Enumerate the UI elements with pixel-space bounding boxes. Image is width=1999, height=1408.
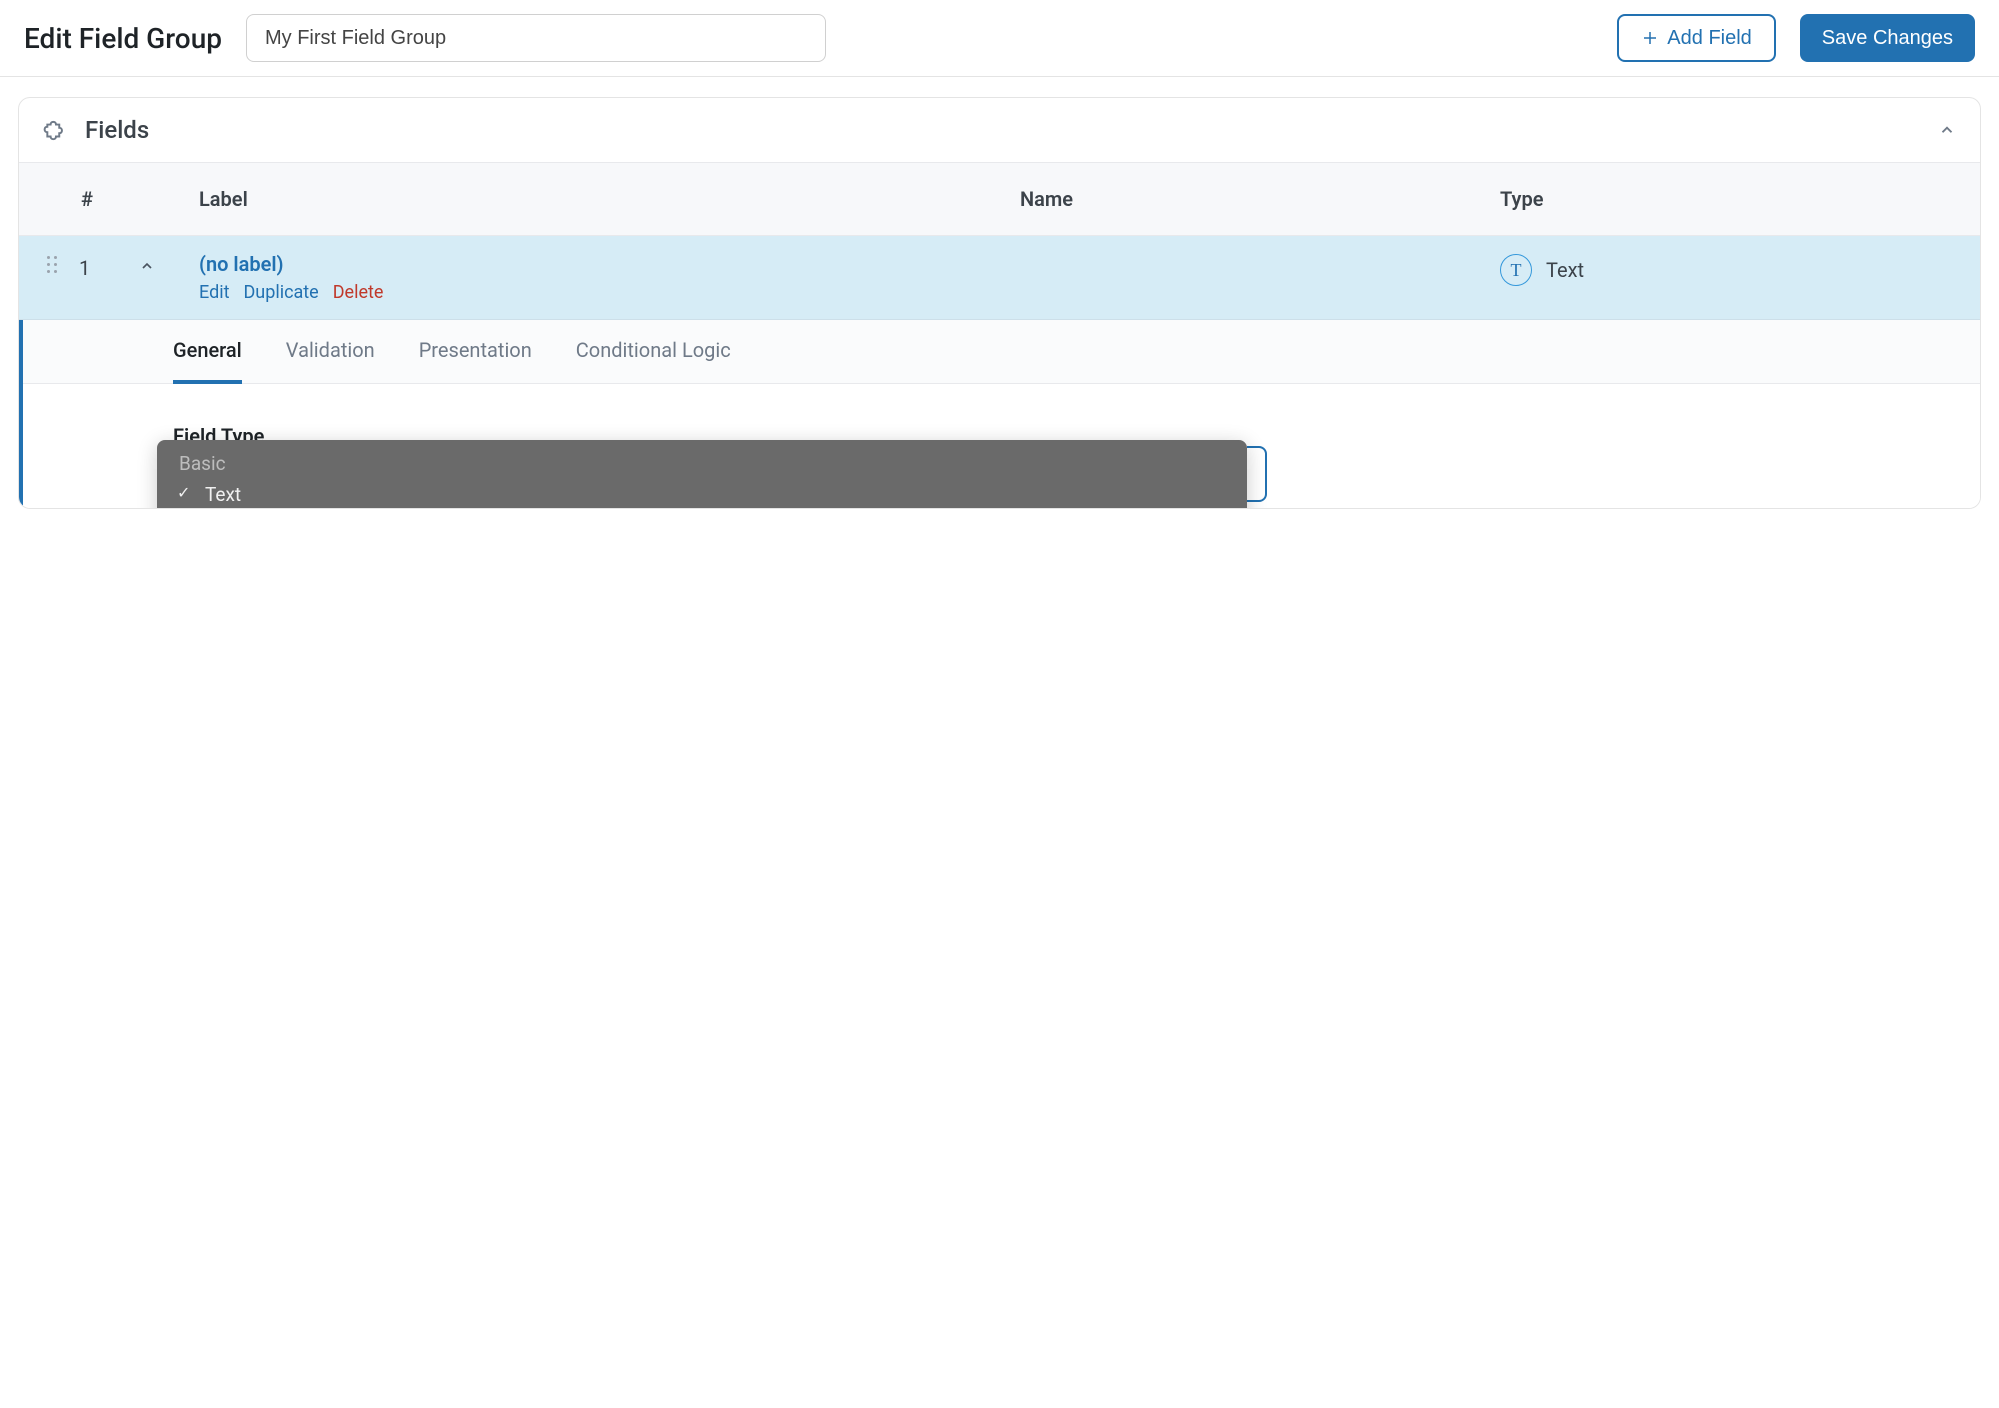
row-type-cell: T Text <box>1500 252 1980 286</box>
drag-dots-icon <box>47 256 58 274</box>
col-num: # <box>19 187 199 211</box>
col-name: Name <box>1020 187 1500 211</box>
group-name-input[interactable] <box>246 14 826 62</box>
col-label: Label <box>199 187 1020 211</box>
row-index: 1 <box>79 252 139 280</box>
add-field-label: Add Field <box>1667 27 1752 50</box>
field-editor: General Validation Presentation Conditio… <box>19 320 1980 508</box>
field-type-dropdown[interactable]: BasicTextText AreaNumberRangeEmailUrlPas… <box>157 440 1247 509</box>
dropdown-group: Basic <box>157 448 1247 479</box>
row-actions: Edit Duplicate Delete <box>199 282 1020 303</box>
save-changes-button[interactable]: Save Changes <box>1800 14 1975 62</box>
page-title: Edit Field Group <box>24 22 222 55</box>
dropdown-item[interactable]: Text <box>157 479 1247 509</box>
chevron-up-icon[interactable] <box>1938 121 1956 139</box>
tab-validation[interactable]: Validation <box>286 338 375 384</box>
puzzle-icon <box>43 117 69 143</box>
tab-presentation[interactable]: Presentation <box>419 338 532 384</box>
tab-conditional[interactable]: Conditional Logic <box>576 338 731 384</box>
field-type-select[interactable] <box>1247 446 1267 502</box>
tab-general[interactable]: General <box>173 338 242 384</box>
row-collapse-toggle[interactable] <box>139 252 199 274</box>
drag-handle[interactable] <box>19 252 79 274</box>
form-area: Field Type BasicTextText AreaNumberRange… <box>23 384 1980 508</box>
panel-header[interactable]: Fields <box>19 98 1980 162</box>
plus-icon <box>1641 29 1659 47</box>
col-type: Type <box>1500 187 1980 211</box>
fields-panel: Fields # Label Name Type 1 (no label) Ed… <box>18 97 1981 509</box>
chevron-up-icon <box>139 258 155 274</box>
editor-tabs: General Validation Presentation Conditio… <box>23 320 1980 384</box>
delete-action[interactable]: Delete <box>333 282 384 303</box>
fields-table-header: # Label Name Type <box>19 162 1980 236</box>
text-type-icon: T <box>1500 254 1532 286</box>
duplicate-action[interactable]: Duplicate <box>243 282 318 303</box>
edit-action[interactable]: Edit <box>199 282 229 303</box>
row-type-text: Text <box>1546 258 1584 282</box>
page-header: Edit Field Group Add Field Save Changes <box>0 0 1999 77</box>
field-row[interactable]: 1 (no label) Edit Duplicate Delete T Tex… <box>19 236 1980 320</box>
field-label-link[interactable]: (no label) <box>199 252 1020 276</box>
panel-title: Fields <box>85 116 149 144</box>
add-field-button[interactable]: Add Field <box>1617 14 1776 62</box>
save-changes-label: Save Changes <box>1822 27 1953 50</box>
